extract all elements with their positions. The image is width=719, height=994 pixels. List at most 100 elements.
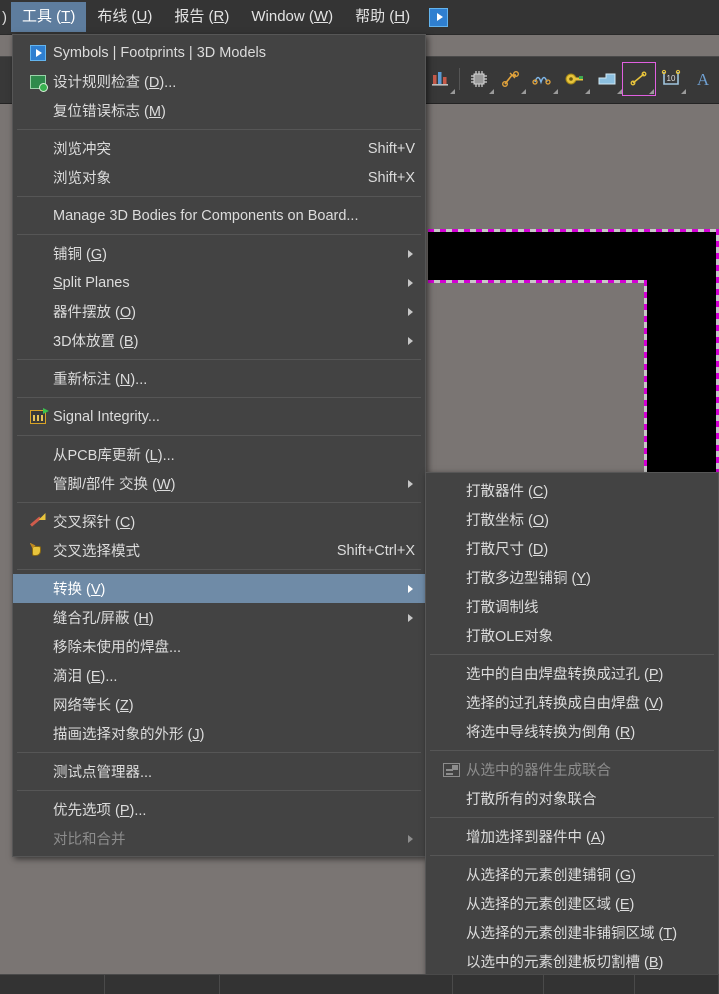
- menu-separator: [17, 435, 421, 436]
- play-button-icon[interactable]: [429, 7, 449, 27]
- submenu-item-vias-to-free-pads[interactable]: 选择的过孔转换成自由焊盘 (V): [426, 688, 718, 717]
- menu-item-signal-integrity[interactable]: Signal Integrity...: [13, 402, 425, 431]
- menu-item-browse-violations[interactable]: 浏览冲突 Shift+V: [13, 134, 425, 163]
- menu-item-component-placement[interactable]: 器件摆放 (O): [13, 297, 425, 326]
- menu-item-convert[interactable]: 转换 (V): [13, 574, 425, 603]
- no-icon: [438, 627, 464, 645]
- status-cell: [453, 975, 544, 994]
- menu-item-cross-probe[interactable]: 交叉探针 (C): [13, 507, 425, 536]
- menubar-left-partial: ): [2, 8, 7, 26]
- shortcut-label: Shift+V: [367, 140, 415, 157]
- chevron-right-icon: [408, 613, 413, 622]
- signal-integrity-icon: [25, 407, 51, 426]
- menu-item-net-length-tuning[interactable]: 网络等长 (Z): [13, 690, 425, 719]
- menu-separator: [17, 129, 421, 130]
- no-icon: [25, 580, 51, 598]
- no-icon: [438, 482, 464, 500]
- via-key-icon[interactable]: [559, 63, 591, 95]
- application-window: 10 A ) 工具 (T) 布线 (U) 报告 (R) Window (W) 帮…: [0, 0, 719, 994]
- submenu-item-create-board-cutout-from-selection[interactable]: 以选中的元素创建板切割槽 (B): [426, 947, 718, 976]
- menu-item-testpoint-manager[interactable]: 测试点管理器...: [13, 757, 425, 786]
- menubar-item-window[interactable]: Window (W): [240, 2, 344, 32]
- submenu-item-create-region-from-selection[interactable]: 从选择的元素创建区域 (E): [426, 889, 718, 918]
- submenu-item-break-all-unions[interactable]: 打散所有的对象联合: [426, 784, 718, 813]
- menu-separator: [17, 790, 421, 791]
- toolbar-separator: [459, 68, 460, 90]
- svg-text:A: A: [697, 70, 710, 89]
- menu-item-design-rule-check[interactable]: 设计规则检查 (D)...: [13, 67, 425, 96]
- menu-item-outline-selected-objects[interactable]: 描画选择对象的外形 (J): [13, 719, 425, 748]
- measure-10-icon[interactable]: 10: [655, 63, 687, 95]
- no-icon: [25, 725, 51, 743]
- submenu-item-explode-polygon-pour[interactable]: 打散多边型铺铜 (Y): [426, 563, 718, 592]
- no-icon: [438, 924, 464, 942]
- submenu-item-create-keepout-region-from-selection[interactable]: 从选择的元素创建非铺铜区域 (T): [426, 918, 718, 947]
- menubar-item-route[interactable]: 布线 (U): [86, 2, 163, 32]
- menubar-item-tools[interactable]: 工具 (T): [11, 2, 87, 32]
- differential-pair-icon[interactable]: [527, 63, 559, 95]
- no-icon: [25, 696, 51, 714]
- menu-item-cross-select-mode[interactable]: 交叉选择模式 Shift+Ctrl+X: [13, 536, 425, 565]
- menu-item-via-stitching-shielding[interactable]: 缝合孔/屏蔽 (H): [13, 603, 425, 632]
- chevron-right-icon: [408, 834, 413, 843]
- union-icon: [438, 761, 464, 779]
- chevron-right-icon: [408, 278, 413, 287]
- text-tool-icon[interactable]: A: [687, 63, 719, 95]
- menubar-item-help[interactable]: 帮助 (H): [344, 2, 421, 32]
- menu-separator: [430, 654, 714, 655]
- menu-item-update-from-pcb-library[interactable]: 从PCB库更新 (L)...: [13, 440, 425, 469]
- menu-separator: [17, 502, 421, 503]
- menu-item-remove-unused-pads[interactable]: 移除未使用的焊盘...: [13, 632, 425, 661]
- submenu-item-tracks-to-arcs[interactable]: 将选中导线转换为倒角 (R): [426, 717, 718, 746]
- menu-item-split-planes[interactable]: Split Planes: [13, 268, 425, 297]
- submenu-item-explode-component[interactable]: 打散器件 (C): [426, 476, 718, 505]
- route-net-icon[interactable]: [495, 63, 527, 95]
- submenu-item-explode-ole-object[interactable]: 打散OLE对象: [426, 621, 718, 650]
- convert-submenu-menu: 打散器件 (C) 打散坐标 (O) 打散尺寸 (D) 打散多边型铺铜 (Y) 打…: [425, 472, 719, 994]
- bar-chart-icon[interactable]: [424, 63, 456, 95]
- submenu-item-add-selection-to-component[interactable]: 增加选择到器件中 (A): [426, 822, 718, 851]
- dropdown-corner-icon: [450, 89, 455, 94]
- no-icon: [25, 207, 51, 225]
- no-icon: [25, 801, 51, 819]
- chevron-right-icon: [408, 584, 413, 593]
- menu-item-re-annotate[interactable]: 重新标注 (N)...: [13, 364, 425, 393]
- dropdown-corner-icon: [681, 89, 686, 94]
- menu-item-manage-3d-bodies[interactable]: Manage 3D Bodies for Components on Board…: [13, 201, 425, 230]
- chevron-right-icon: [408, 479, 413, 488]
- menu-item-symbols-footprints-3dmodels[interactable]: Symbols | Footprints | 3D Models: [13, 38, 425, 67]
- submenu-item-explode-coordinate[interactable]: 打散坐标 (O): [426, 505, 718, 534]
- dropdown-corner-icon: [521, 89, 526, 94]
- menu-separator: [430, 817, 714, 818]
- no-icon: [25, 332, 51, 350]
- chevron-right-icon: [408, 307, 413, 316]
- menu-item-pin-part-swapping[interactable]: 管脚/部件 交换 (W): [13, 469, 425, 498]
- no-icon: [25, 830, 51, 848]
- dropdown-corner-icon: [585, 89, 590, 94]
- menu-item-preferences[interactable]: 优先选项 (P)...: [13, 795, 425, 824]
- dropdown-corner-icon: [553, 89, 558, 94]
- menubar-item-reports[interactable]: 报告 (R): [163, 2, 240, 32]
- menu-item-reset-error-markers[interactable]: 复位错误标志 (M): [13, 96, 425, 125]
- cross-select-icon: [25, 542, 51, 560]
- board-outline-inner-right: [644, 280, 647, 475]
- polygon-pour-icon[interactable]: [591, 63, 623, 95]
- no-icon: [25, 370, 51, 388]
- menu-separator: [17, 752, 421, 753]
- ic-chip-icon[interactable]: [463, 63, 495, 95]
- dropdown-corner-icon: [649, 89, 654, 94]
- submenu-item-explode-tuning-line[interactable]: 打散调制线: [426, 592, 718, 621]
- no-icon: [25, 140, 51, 158]
- no-icon: [438, 790, 464, 808]
- submenu-item-free-pads-to-vias[interactable]: 选中的自由焊盘转换成过孔 (P): [426, 659, 718, 688]
- menu-item-browse-objects[interactable]: 浏览对象 Shift+X: [13, 163, 425, 192]
- board-outline-top: [428, 229, 719, 232]
- submenu-item-explode-dimension[interactable]: 打散尺寸 (D): [426, 534, 718, 563]
- shortcut-label: Shift+X: [367, 169, 415, 186]
- no-icon: [25, 475, 51, 493]
- dimension-line-icon[interactable]: [622, 62, 656, 96]
- submenu-item-create-polygon-from-selection[interactable]: 从选择的元素创建铺铜 (G): [426, 860, 718, 889]
- menu-item-3d-body-placement[interactable]: 3D体放置 (B): [13, 326, 425, 355]
- menu-item-polygon-pours[interactable]: 铺铜 (G): [13, 239, 425, 268]
- menu-item-teardrops[interactable]: 滴泪 (E)...: [13, 661, 425, 690]
